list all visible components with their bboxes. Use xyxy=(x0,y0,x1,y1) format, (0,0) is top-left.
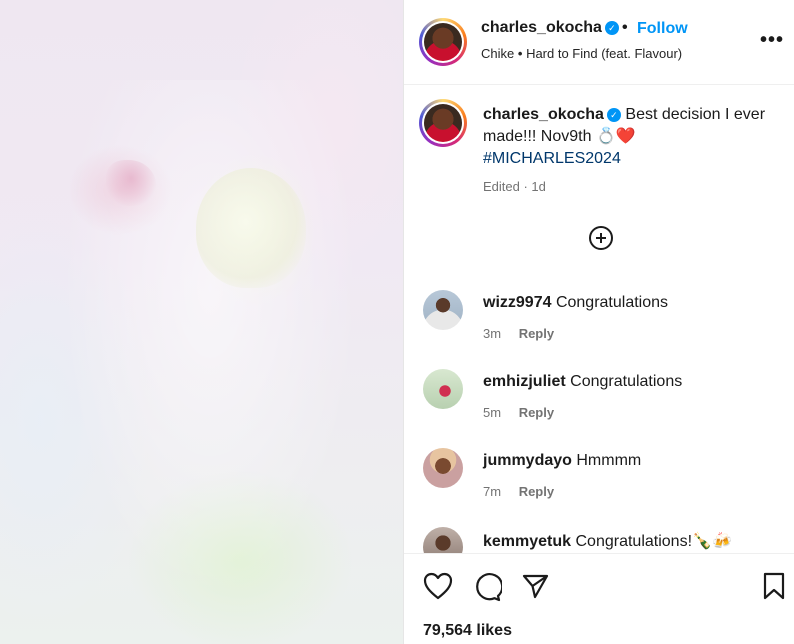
caption-verified-badge-icon: ✓ xyxy=(606,108,621,122)
author-avatar-image xyxy=(424,23,462,61)
comment-text: Congratulations xyxy=(555,294,669,311)
caption-author-avatar[interactable] xyxy=(419,99,467,147)
music-separator: • xyxy=(517,46,523,61)
reply-button[interactable]: Reply xyxy=(519,405,554,420)
caption-author-avatar-image xyxy=(424,104,462,142)
share-icon[interactable] xyxy=(521,572,549,600)
author-avatar[interactable] xyxy=(419,18,467,66)
caption-hashtag[interactable]: #MICHARLES2024 xyxy=(483,150,621,167)
photo-headwrap xyxy=(196,168,306,288)
commenter-username[interactable]: wizz9974 xyxy=(483,294,551,311)
comments-list[interactable]: wizz9974 Congratulations 3m Reply emhizj… xyxy=(404,280,794,553)
author-username[interactable]: charles_okocha ✓ xyxy=(481,19,619,37)
caption-edited-time: Edited · 1d xyxy=(483,179,546,194)
more-options-button[interactable]: ••• xyxy=(760,30,784,50)
commenter-username[interactable]: emhizjuliet xyxy=(483,373,566,390)
bookmark-icon[interactable] xyxy=(762,572,786,600)
commenter-avatar[interactable] xyxy=(423,448,463,488)
more-options-icon: ••• xyxy=(760,29,785,51)
music-track[interactable]: Hard to Find (feat. Flavour) xyxy=(526,46,682,61)
photo-pink-cap xyxy=(106,160,156,206)
commenter-avatar[interactable] xyxy=(423,369,463,409)
comment-text: Congratulations!🍾🍻 xyxy=(575,533,732,550)
comment-item: jummydayo Hmmmm 7m Reply xyxy=(404,438,794,508)
photo-veil-overlay xyxy=(60,80,360,600)
actions-divider xyxy=(404,553,794,554)
comment-text: Congratulations xyxy=(570,373,683,390)
commenter-username[interactable]: kemmyetuk xyxy=(483,533,571,550)
comment-item: wizz9974 Congratulations 3m Reply xyxy=(404,280,794,350)
caption-author-username[interactable]: charles_okocha xyxy=(483,106,604,123)
post-side-panel: charles_okocha ✓ • Follow Chike • Hard to… xyxy=(404,0,794,644)
load-more-comments-button[interactable] xyxy=(589,226,613,250)
post-caption: charles_okocha ✓ Best decision I ever mad… xyxy=(483,104,783,170)
likes-count[interactable]: 79,564 likes xyxy=(423,622,512,640)
music-info[interactable]: Chike • Hard to Find (feat. Flavour) xyxy=(481,46,682,61)
comment-time: 7m xyxy=(483,484,502,499)
comment-item: emhizjuliet Congratulations 5m Reply xyxy=(404,359,794,429)
header-separator: • xyxy=(622,19,628,36)
commenter-avatar[interactable] xyxy=(423,290,463,330)
header-divider xyxy=(404,84,794,85)
verified-badge-icon: ✓ xyxy=(604,21,619,35)
comment-icon[interactable] xyxy=(472,572,502,602)
reply-button[interactable]: Reply xyxy=(519,326,554,341)
comment-time: 3m xyxy=(483,326,502,341)
comment-item: kemmyetuk Congratulations!🍾🍻 xyxy=(404,517,794,553)
music-artist[interactable]: Chike xyxy=(481,46,514,61)
comment-time: 5m xyxy=(483,405,502,420)
author-username-text[interactable]: charles_okocha xyxy=(481,19,602,36)
comment-text: Hmmmm xyxy=(576,452,642,469)
follow-button[interactable]: Follow xyxy=(637,20,688,38)
post-photo[interactable] xyxy=(0,0,404,644)
heart-icon[interactable] xyxy=(423,572,453,600)
commenter-avatar[interactable] xyxy=(423,527,463,553)
reply-button[interactable]: Reply xyxy=(519,484,554,499)
commenter-username[interactable]: jummydayo xyxy=(483,452,572,469)
